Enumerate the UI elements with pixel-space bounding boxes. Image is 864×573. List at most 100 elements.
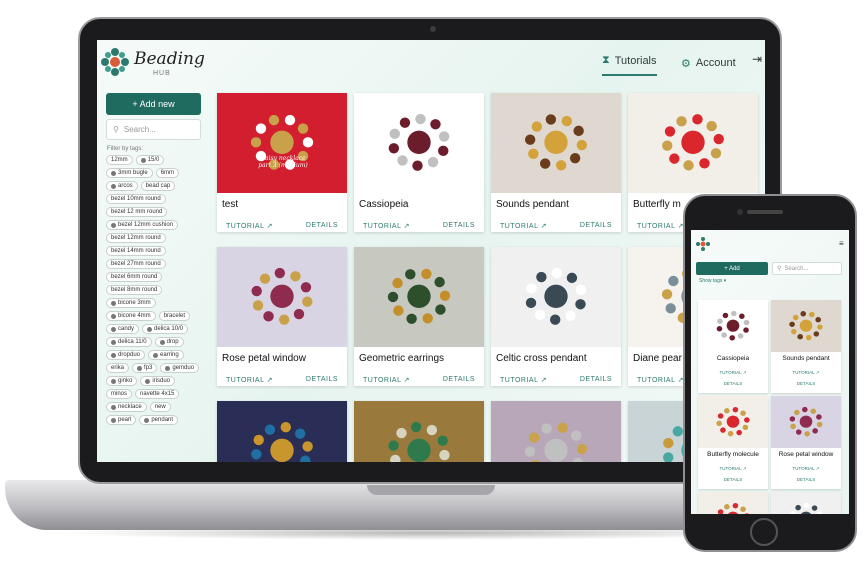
tag-chip[interactable]: bezel 12mm cushion: [106, 220, 179, 230]
tutorial-card[interactable]: [491, 401, 621, 462]
tag-chip[interactable]: 12mm: [106, 155, 133, 165]
tag-chip[interactable]: bezel 12mm round: [106, 233, 166, 243]
tutorial-card[interactable]: Sounds pendant TUTORIAL ↗ DETAILS: [491, 93, 621, 232]
tag-chip[interactable]: bezel 27mm round: [106, 259, 166, 269]
details-link[interactable]: DETAILS: [771, 381, 841, 386]
tutorial-image[interactable]: [354, 401, 484, 462]
show-tags-toggle[interactable]: Show tags ▾: [699, 278, 726, 284]
hamburger-menu-icon[interactable]: ≡: [839, 239, 844, 248]
phone-tutorial-card[interactable]: Cassiopeia TUTORIAL ↗ DETAILS: [698, 300, 768, 393]
tag-chip[interactable]: navette 4x15: [135, 389, 180, 399]
tutorial-image[interactable]: [354, 93, 484, 193]
tag-chip[interactable]: erika: [106, 363, 130, 373]
tutorial-image[interactable]: [491, 401, 621, 462]
phone-tutorial-card[interactable]: Butterfly molecule TUTORIAL ↗ DETAILS: [698, 396, 768, 489]
tutorial-card[interactable]: [354, 401, 484, 462]
tutorial-card[interactable]: Geometric earrings TUTORIAL ↗ DETAILS: [354, 247, 484, 386]
tutorial-card[interactable]: Celtic cross pendant TUTORIAL ↗ DETAILS: [491, 247, 621, 386]
phone-add-button[interactable]: + Add: [696, 262, 768, 275]
tutorial-image[interactable]: [628, 93, 758, 193]
logout-icon[interactable]: ⇥: [752, 52, 762, 66]
tutorial-card[interactable]: Daisy necklace part 3 (medium) test TUTORI…: [217, 93, 347, 232]
details-link[interactable]: DETAILS: [443, 376, 475, 383]
tag-chip[interactable]: new: [149, 402, 171, 412]
tutorial-image[interactable]: [217, 247, 347, 347]
tag-chip[interactable]: candy: [106, 324, 140, 334]
tutorial-card[interactable]: [217, 401, 347, 462]
beading-logo-icon[interactable]: [99, 46, 131, 78]
tag-chip[interactable]: ginko: [106, 376, 138, 386]
details-link[interactable]: DETAILS: [306, 222, 338, 229]
tag-chip[interactable]: bicone 4mm: [106, 311, 156, 321]
tag-chip[interactable]: gemduo: [160, 363, 200, 373]
tag-chip[interactable]: pearl: [106, 415, 137, 425]
tutorial-link[interactable]: TUTORIAL ↗: [698, 370, 768, 376]
tutorial-image[interactable]: [217, 401, 347, 462]
phone-logo-icon[interactable]: [695, 236, 711, 252]
nav-account[interactable]: ⚙ Account: [681, 50, 736, 76]
tag-chip[interactable]: 6mm: [155, 168, 180, 178]
tutorial-image[interactable]: [698, 300, 768, 352]
tutorial-link[interactable]: TUTORIAL ↗: [226, 376, 273, 384]
tag-label: irisduo: [152, 378, 171, 384]
tag-chip[interactable]: irisduo: [140, 376, 176, 386]
tag-chip[interactable]: bezel 8mm round: [106, 285, 163, 295]
tutorial-card[interactable]: Rose petal window TUTORIAL ↗ DETAILS: [217, 247, 347, 386]
tag-chip[interactable]: necklace: [106, 402, 147, 412]
tutorial-image[interactable]: [698, 492, 768, 514]
tutorial-image[interactable]: [771, 396, 841, 448]
tag-chip[interactable]: bead cap: [140, 181, 176, 191]
tutorial-link[interactable]: TUTORIAL ↗: [500, 222, 547, 230]
add-new-button[interactable]: + Add new: [106, 93, 201, 115]
nav-tutorials[interactable]: ⧗ Tutorials: [602, 50, 657, 76]
details-link[interactable]: DETAILS: [771, 477, 841, 482]
search-input[interactable]: ⚲ Search...: [106, 119, 201, 140]
tag-chip[interactable]: bezel 12 mm round: [106, 207, 168, 217]
tutorial-link[interactable]: TUTORIAL ↗: [363, 222, 410, 230]
details-link[interactable]: DETAILS: [698, 381, 768, 386]
tutorial-image[interactable]: Daisy necklace part 3 (medium): [217, 93, 347, 193]
tag-chip[interactable]: earring: [148, 350, 184, 360]
tag-chip[interactable]: delica 11/0: [106, 337, 152, 347]
tag-chip[interactable]: bracelet: [158, 311, 191, 321]
tag-chip[interactable]: drop: [154, 337, 184, 347]
tutorial-image[interactable]: [354, 247, 484, 347]
details-link[interactable]: DETAILS: [580, 376, 612, 383]
tag-chip[interactable]: bezel 14mm round: [106, 246, 166, 256]
tag-chip[interactable]: bicone 3mm: [106, 298, 156, 308]
phone-search-input[interactable]: ⚲ Search...: [772, 262, 842, 275]
phone-tutorial-card[interactable]: [771, 492, 841, 514]
tutorial-link[interactable]: TUTORIAL ↗: [771, 466, 841, 472]
tutorial-link[interactable]: TUTORIAL ↗: [637, 222, 684, 230]
tutorial-link[interactable]: TUTORIAL ↗: [226, 222, 273, 230]
tutorial-link[interactable]: TUTORIAL ↗: [637, 376, 684, 384]
details-link[interactable]: DETAILS: [443, 222, 475, 229]
tag-chip[interactable]: pendant: [139, 415, 179, 425]
tutorial-link[interactable]: TUTORIAL ↗: [500, 376, 547, 384]
tag-chip[interactable]: dropduo: [106, 350, 146, 360]
tutorial-image[interactable]: [698, 396, 768, 448]
details-link[interactable]: DETAILS: [306, 376, 338, 383]
tutorial-link[interactable]: TUTORIAL ↗: [698, 466, 768, 472]
tag-chip[interactable]: bezel 6mm round: [106, 272, 163, 282]
tag-chip[interactable]: 3mm bugle: [106, 168, 153, 178]
tutorial-image[interactable]: [491, 93, 621, 193]
details-link[interactable]: DETAILS: [698, 477, 768, 482]
phone-tutorial-card[interactable]: [698, 492, 768, 514]
tutorial-image[interactable]: [771, 492, 841, 514]
tag-chip[interactable]: minos: [106, 389, 133, 399]
tag-chip[interactable]: fp3: [132, 363, 158, 373]
details-link[interactable]: DETAILS: [580, 222, 612, 229]
tag-chip[interactable]: arcos: [106, 181, 138, 191]
phone-tutorial-card[interactable]: Rose petal window TUTORIAL ↗ DETAILS: [771, 396, 841, 489]
home-button[interactable]: [750, 518, 778, 546]
tutorial-image[interactable]: [771, 300, 841, 352]
tag-chip[interactable]: bezel 10mm round: [106, 194, 166, 204]
tag-chip[interactable]: delica 10/0: [142, 324, 189, 334]
tag-chip[interactable]: 15/0: [135, 155, 165, 165]
phone-tutorial-card[interactable]: Sounds pendant TUTORIAL ↗ DETAILS: [771, 300, 841, 393]
tutorial-card[interactable]: Cassiopeia TUTORIAL ↗ DETAILS: [354, 93, 484, 232]
tutorial-link[interactable]: TUTORIAL ↗: [771, 370, 841, 376]
tutorial-link[interactable]: TUTORIAL ↗: [363, 376, 410, 384]
tutorial-image[interactable]: [491, 247, 621, 347]
